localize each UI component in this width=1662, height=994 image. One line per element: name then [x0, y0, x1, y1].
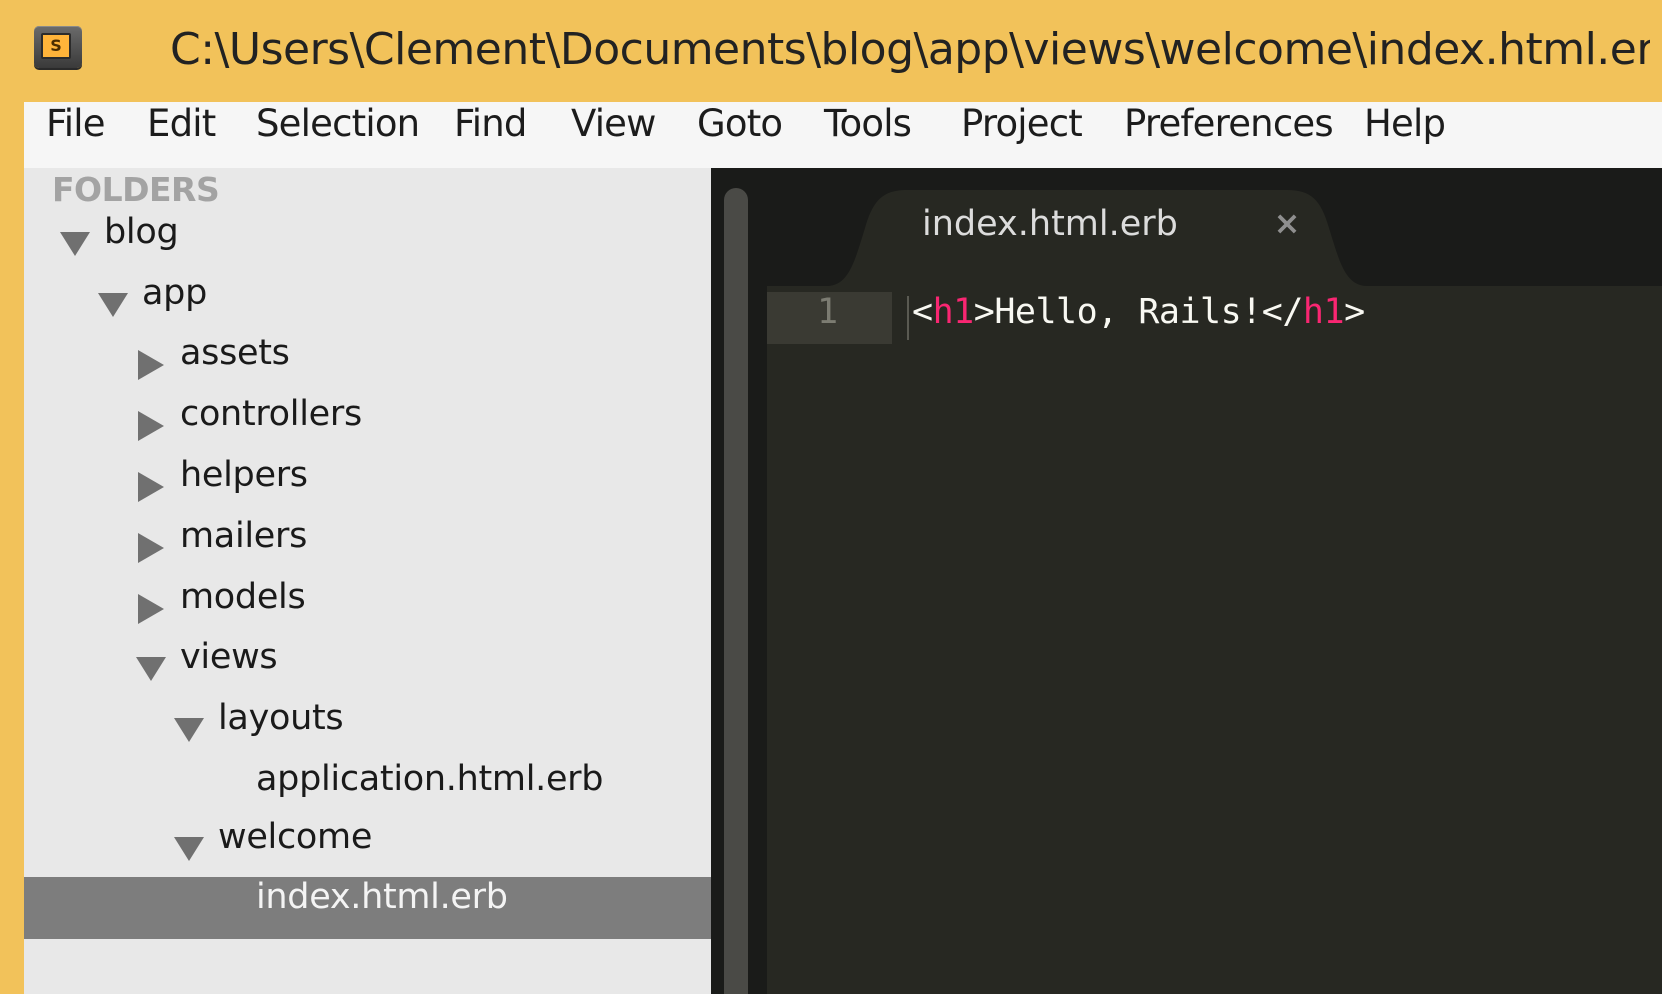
expand-arrow-icon[interactable] — [98, 273, 128, 335]
tree-item-index-html-erb[interactable]: index.html.erb — [24, 877, 711, 939]
tree-item-application-html-erb[interactable]: application.html.erb — [24, 759, 711, 821]
expand-arrow-icon[interactable] — [174, 698, 204, 760]
close-tag-gt: > — [1344, 292, 1365, 332]
tree-item-welcome[interactable]: welcome — [24, 817, 711, 879]
tree-item-label: app — [142, 273, 207, 313]
sidebar-scrollbar[interactable] — [724, 188, 748, 994]
collapse-arrow-icon[interactable] — [134, 455, 164, 517]
code-editor[interactable]: 1 <h1>Hello, Rails!</h1> — [767, 286, 1662, 994]
line-number: 1 — [817, 292, 839, 332]
tree-item-label: index.html.erb — [256, 877, 508, 917]
sidebar: FOLDERS blog app assets controllers help… — [24, 168, 711, 994]
title-bar: S C:\Users\Clement\Documents\blog\app\vi… — [0, 0, 1662, 100]
menu-project[interactable]: Project — [961, 102, 1083, 168]
tab-label: index.html.erb — [922, 204, 1178, 244]
menu-file[interactable]: File — [46, 102, 106, 168]
tree-item-views[interactable]: views — [24, 637, 711, 699]
close-tag-lt: </ — [1261, 292, 1304, 332]
menu-selection[interactable]: Selection — [256, 102, 420, 168]
close-icon[interactable]: × — [1267, 204, 1307, 260]
tree-item-helpers[interactable]: helpers — [24, 455, 711, 517]
menu-goto[interactable]: Goto — [697, 102, 783, 168]
tab-index-html-erb[interactable]: index.html.erb × — [827, 190, 1367, 286]
sidebar-splitter — [711, 168, 767, 994]
collapse-arrow-icon[interactable] — [134, 333, 164, 395]
menu-find[interactable]: Find — [454, 102, 527, 168]
sublime-text-app-icon[interactable]: S — [34, 26, 82, 68]
tree-item-label: welcome — [218, 817, 373, 857]
text-cursor — [907, 296, 909, 340]
close-tag-name: h1 — [1302, 292, 1345, 332]
tree-item-label: assets — [180, 333, 290, 373]
tree-item-label: controllers — [180, 394, 362, 434]
expand-arrow-icon[interactable] — [60, 212, 90, 274]
menu-edit[interactable]: Edit — [147, 102, 216, 168]
code-text[interactable]: <h1>Hello, Rails!</h1> — [912, 292, 1365, 344]
menu-help[interactable]: Help — [1364, 102, 1446, 168]
tree-item-label: application.html.erb — [256, 759, 604, 799]
expand-arrow-icon[interactable] — [174, 817, 204, 879]
menu-preferences[interactable]: Preferences — [1124, 102, 1334, 168]
tree-item-mailers[interactable]: mailers — [24, 516, 711, 578]
tree-item-blog[interactable]: blog — [24, 212, 711, 274]
open-tag-gt: > — [973, 292, 995, 332]
tree-item-assets[interactable]: assets — [24, 333, 711, 395]
menu-tools[interactable]: Tools — [824, 102, 912, 168]
open-tag-name: h1 — [932, 292, 975, 332]
window-title: C:\Users\Clement\Documents\blog\app\view… — [170, 24, 1650, 75]
collapse-arrow-icon[interactable] — [134, 516, 164, 578]
expand-arrow-icon[interactable] — [136, 637, 166, 699]
tab-strip: index.html.erb × — [767, 168, 1662, 286]
menu-view[interactable]: View — [571, 102, 656, 168]
tree-item-models[interactable]: models — [24, 577, 711, 639]
line-number-gutter: 1 — [767, 292, 892, 344]
tree-item-label: helpers — [180, 455, 308, 495]
code-line: 1 <h1>Hello, Rails!</h1> — [767, 292, 1662, 344]
tree-item-label: mailers — [180, 516, 308, 556]
open-tag-lt: < — [912, 292, 933, 332]
collapse-arrow-icon[interactable] — [134, 394, 164, 456]
tree-item-label: views — [180, 637, 278, 677]
tree-item-layouts[interactable]: layouts — [24, 698, 711, 760]
tree-item-controllers[interactable]: controllers — [24, 394, 711, 456]
tree-item-label: layouts — [218, 698, 344, 738]
tree-item-app[interactable]: app — [24, 273, 711, 335]
collapse-arrow-icon[interactable] — [134, 577, 164, 639]
tree-item-label: blog — [104, 212, 179, 252]
tree-item-label: models — [180, 577, 306, 617]
app-icon-letter: S — [41, 33, 71, 59]
code-content-text: Hello, Rails! — [994, 292, 1262, 332]
menu-bar: File Edit Selection Find View Goto Tools… — [24, 102, 1662, 168]
